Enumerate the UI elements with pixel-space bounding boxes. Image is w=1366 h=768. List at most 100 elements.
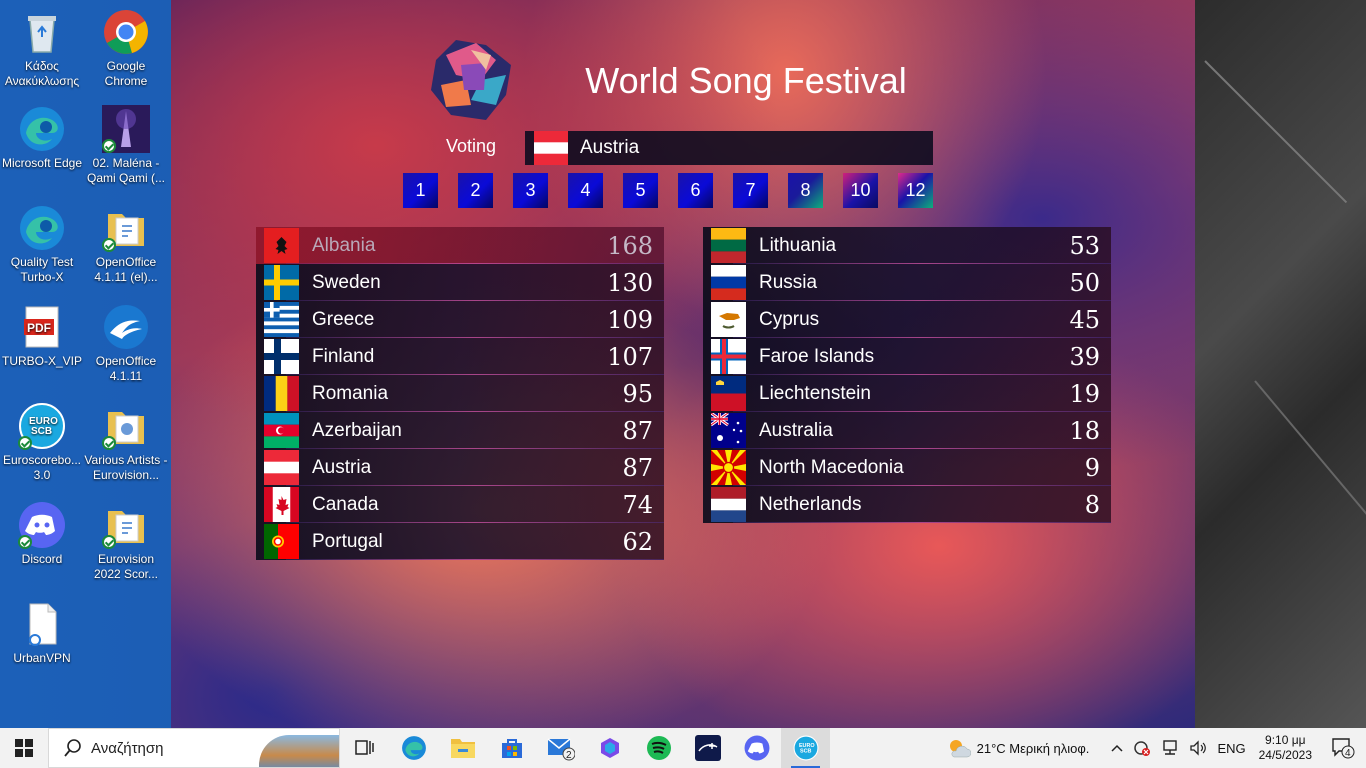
- scoreboard-row[interactable]: Portugal 62: [256, 523, 664, 560]
- faroe-islands-flag-icon: [711, 339, 746, 374]
- desktop-icon-label: Eurovision 2022 Scor...: [93, 552, 159, 581]
- scoreboard-row[interactable]: North Macedonia 9: [703, 449, 1111, 486]
- sweden-flag-icon: [264, 265, 299, 300]
- desktop-icon-urbanvpn[interactable]: UrbanVPN: [0, 600, 84, 666]
- disney-plus-icon: [694, 735, 721, 761]
- taskbar-copilot[interactable]: [585, 728, 634, 768]
- country-name: Sweden: [312, 271, 381, 293]
- country-name: Cyprus: [759, 308, 820, 330]
- chrome-icon: [102, 8, 150, 56]
- folder-icon: [102, 501, 150, 549]
- taskbar-store[interactable]: [487, 728, 536, 768]
- taskbar-search[interactable]: Αναζήτηση: [48, 728, 340, 768]
- desktop-icon-openoffice-el[interactable]: OpenOffice 4.1.11 (el)...: [84, 204, 168, 285]
- task-view-icon: [354, 740, 374, 755]
- points-button-7[interactable]: 7: [733, 173, 768, 208]
- vpn-status-icon: [1134, 741, 1151, 756]
- scoreboard-row[interactable]: Finland 107: [256, 338, 664, 375]
- taskbar-mail[interactable]: 2: [536, 728, 585, 768]
- partly-sunny-icon: [949, 740, 971, 758]
- task-view-button[interactable]: [340, 728, 389, 768]
- country-score: 109: [607, 305, 653, 334]
- language-indicator[interactable]: ENG: [1212, 728, 1250, 768]
- points-button-5[interactable]: 5: [623, 173, 658, 208]
- taskbar-file-explorer[interactable]: [438, 728, 487, 768]
- scoreboard-left: Albania 168 Sweden 130 Greece 109 Finlan…: [256, 227, 664, 560]
- scoreboard-row[interactable]: Russia 50: [703, 264, 1111, 301]
- notifications-button[interactable]: 4: [1320, 728, 1366, 768]
- mail-badge-count: 2: [566, 750, 572, 761]
- sync-check-icon: [102, 139, 116, 153]
- desktop-icon-chrome[interactable]: Google Chrome: [84, 8, 168, 89]
- romania-flag-icon: [264, 376, 299, 411]
- notification-icon: 4: [1332, 738, 1355, 759]
- taskbar-edge[interactable]: [389, 728, 438, 768]
- country-name: Russia: [759, 271, 818, 293]
- windows-icon: [15, 739, 33, 757]
- taskbar-spotify[interactable]: [634, 728, 683, 768]
- points-button-1[interactable]: 1: [403, 173, 438, 208]
- search-placeholder: Αναζήτηση: [91, 739, 164, 757]
- clock[interactable]: 9:10 μμ 24/5/2023: [1251, 728, 1320, 768]
- country-name: North Macedonia: [759, 456, 904, 478]
- country-score: 74: [622, 490, 653, 519]
- country-name: Austria: [312, 456, 372, 478]
- scoreboard-row[interactable]: Romania 95: [256, 375, 664, 412]
- vpn-tray-button[interactable]: [1128, 728, 1156, 768]
- sync-check-icon: [102, 436, 116, 450]
- scoreboard-row[interactable]: Azerbaijan 87: [256, 412, 664, 449]
- taskbar-discord[interactable]: [732, 728, 781, 768]
- desktop-icon-turbo-x-vip[interactable]: PDF TURBO-X_VIP: [0, 303, 84, 369]
- scoreboard-row[interactable]: Greece 109: [256, 301, 664, 338]
- scoreboard-window: World Song Festival Voting Austria 1 2 3…: [171, 0, 1195, 728]
- desktop-icon-recycle-bin[interactable]: Κάδος Ανακύκλωσης: [0, 8, 84, 89]
- country-score: 168: [607, 231, 653, 260]
- scoreboard-row[interactable]: Netherlands 8: [703, 486, 1111, 523]
- desktop-icon-label: Euroscorebo... 3.0: [2, 453, 82, 482]
- scoreboard-row[interactable]: Sweden 130: [256, 264, 664, 301]
- points-button-4[interactable]: 4: [568, 173, 603, 208]
- desktop-icon-edge[interactable]: Microsoft Edge: [0, 105, 84, 171]
- scoreboard-row[interactable]: Faroe Islands 39: [703, 338, 1111, 375]
- scoreboard-row[interactable]: Canada 74: [256, 486, 664, 523]
- clock-date: 24/5/2023: [1258, 748, 1312, 762]
- taskbar-euroscoreboard[interactable]: EURO SCB: [781, 728, 830, 768]
- desktop-icon-openoffice[interactable]: OpenOffice 4.1.11: [84, 303, 168, 384]
- desktop-icon-malena[interactable]: 02. Maléna - Qami Qami (...: [84, 105, 168, 186]
- desktop-icon-various-artists[interactable]: Various Artists - Eurovision...: [84, 402, 168, 483]
- scoreboard-row[interactable]: Austria 87: [256, 449, 664, 486]
- sync-check-icon: [102, 535, 116, 549]
- scoreboard-row[interactable]: Lithuania 53: [703, 227, 1111, 264]
- scoreboard-row[interactable]: Liechtenstein 19: [703, 375, 1111, 412]
- volume-button[interactable]: [1184, 728, 1212, 768]
- desktop-icon-eurovision-2022[interactable]: Eurovision 2022 Scor...: [84, 501, 168, 582]
- desktop-icon-label: Various Artists - Eurovision...: [84, 453, 168, 482]
- cyprus-flag-icon: [711, 302, 746, 337]
- points-button-8[interactable]: 8: [788, 173, 823, 208]
- weather-widget[interactable]: 21°C Μερική ηλιοφ.: [942, 728, 1095, 768]
- scoreboard-row[interactable]: Australia 18: [703, 412, 1111, 449]
- show-hidden-icons-button[interactable]: [1106, 728, 1128, 768]
- euroscoreboard-icon: EUROSCB: [18, 402, 66, 450]
- points-button-10[interactable]: 10: [843, 173, 878, 208]
- network-button[interactable]: [1156, 728, 1184, 768]
- points-button-2[interactable]: 2: [458, 173, 493, 208]
- start-button[interactable]: [0, 728, 48, 768]
- points-button-6[interactable]: 6: [678, 173, 713, 208]
- desktop-icon-label: OpenOffice 4.1.11 (el)...: [94, 255, 158, 284]
- notification-count: 4: [1345, 748, 1351, 759]
- store-icon: [501, 739, 522, 758]
- lithuania-flag-icon: [711, 228, 746, 263]
- points-button-12[interactable]: 12: [898, 173, 933, 208]
- desktop-icon-discord[interactable]: Discord: [0, 501, 84, 567]
- desktop-icon-quality-test[interactable]: Quality Test Turbo-X: [0, 204, 84, 285]
- scoreboard-row[interactable]: Albania 168: [256, 227, 664, 264]
- desktop-icon-euroscoreboard[interactable]: EURO SCB Euroscorebo... 3.0: [0, 402, 84, 483]
- points-buttons: 1 2 3 4 5 6 7 8 10 12: [403, 173, 943, 208]
- taskbar-disney-plus[interactable]: [683, 728, 732, 768]
- points-button-3[interactable]: 3: [513, 173, 548, 208]
- scoreboard-row[interactable]: Cyprus 45: [703, 301, 1111, 338]
- spotify-icon: [646, 736, 671, 760]
- greece-flag-icon: [264, 302, 299, 337]
- desktop-icon-label: TURBO-X_VIP: [1, 354, 82, 368]
